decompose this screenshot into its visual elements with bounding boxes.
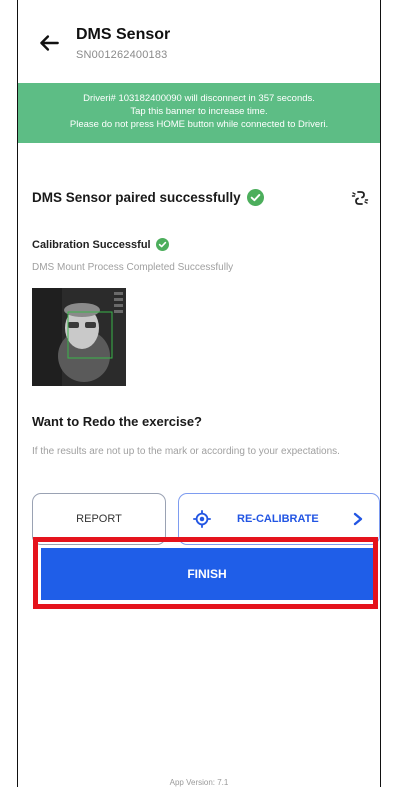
- redo-heading: Want to Redo the exercise?: [32, 414, 202, 429]
- check-circle-icon: [246, 189, 264, 206]
- paired-text: DMS Sensor paired successfully: [32, 190, 241, 205]
- paired-status: DMS Sensor paired successfully: [32, 189, 264, 206]
- unlink-icon[interactable]: [350, 188, 370, 208]
- calibration-snapshot: [32, 288, 126, 386]
- calibration-status: Calibration Successful: [32, 238, 169, 251]
- banner-line-2: Tap this banner to increase time.: [130, 106, 268, 117]
- banner-line-1: Driveri# 103182400090 will disconnect in…: [83, 93, 315, 104]
- app-header: DMS Sensor SN001262400183: [18, 0, 380, 78]
- chevron-right-icon: [353, 512, 363, 526]
- calibration-title: Calibration Successful: [32, 238, 151, 251]
- serial-number: SN001262400183: [76, 49, 168, 61]
- app-screen: DMS Sensor SN001262400183 Driveri# 10318…: [17, 0, 381, 787]
- back-arrow-icon[interactable]: [36, 30, 62, 56]
- disconnect-banner[interactable]: Driveri# 103182400090 will disconnect in…: [18, 83, 380, 143]
- report-button-label: REPORT: [76, 513, 122, 525]
- app-version: App Version: 7.1: [169, 778, 229, 787]
- finish-button-label: FINISH: [187, 567, 227, 581]
- redo-description: If the results are not up to the mark or…: [32, 446, 340, 457]
- recalibrate-button-label: RE-CALIBRATE: [237, 513, 319, 525]
- calibration-subtitle: DMS Mount Process Completed Successfully: [32, 262, 234, 273]
- page-title: DMS Sensor: [76, 26, 171, 43]
- check-circle-icon: [155, 238, 169, 251]
- banner-line-3: Please do not press HOME button while co…: [69, 119, 329, 130]
- target-icon: [193, 510, 211, 528]
- finish-button[interactable]: FINISH: [41, 548, 373, 600]
- face-snapshot-image: [32, 288, 126, 386]
